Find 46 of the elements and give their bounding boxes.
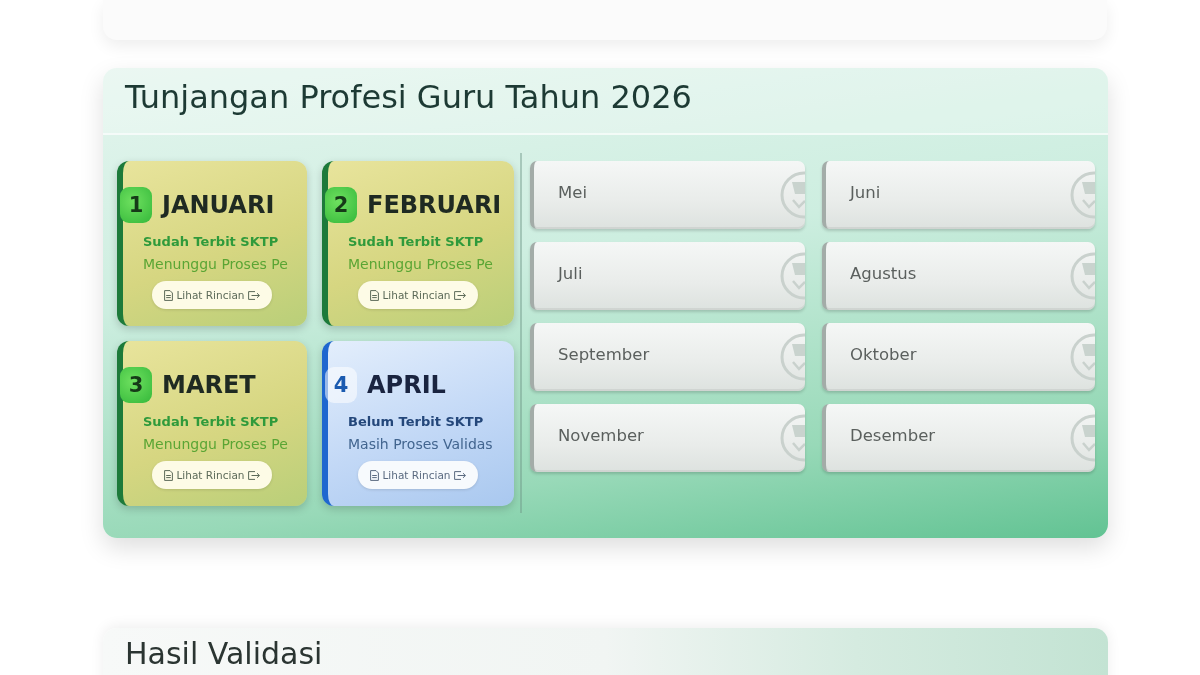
panel-title: Tunjangan Profesi Guru Tahun 2026: [125, 79, 692, 116]
document-icon: [369, 289, 379, 301]
month-label: Juli: [558, 264, 583, 283]
status-text: Belum Terbit SKTP: [348, 414, 485, 429]
circle-emblem-icon: [779, 332, 805, 382]
document-icon: [163, 289, 173, 301]
document-icon: [369, 469, 379, 481]
month-label: Juni: [850, 183, 881, 202]
status-text: Sudah Terbit SKTP: [143, 234, 280, 249]
arrow-out-icon: [454, 470, 467, 480]
number-badge: 4: [325, 367, 357, 403]
month-name: FEBRUARI: [367, 191, 502, 219]
section-title: Hasil Validasi: [125, 637, 323, 670]
number-badge: 2: [325, 187, 357, 223]
month-label: Agustus: [850, 264, 917, 283]
detail-button[interactable]: Lihat Rincian: [357, 461, 479, 489]
month-name: MARET: [162, 371, 256, 399]
number-badge: 3: [120, 367, 152, 403]
status-note: Masih Proses Validas: [348, 436, 494, 452]
status-note: Menunggu Proses Pe: [143, 256, 289, 272]
circle-emblem-icon: [1069, 251, 1095, 301]
number-badge: 1: [120, 187, 152, 223]
month-label: September: [558, 345, 650, 364]
arrow-out-icon: [454, 290, 467, 300]
month-label: Oktober: [850, 345, 917, 364]
month-name: JANUARI: [162, 191, 275, 219]
document-icon: [163, 469, 173, 481]
detail-button[interactable]: Lihat Rincian: [151, 281, 273, 309]
circle-emblem-icon: [1069, 332, 1095, 382]
status-text: Sudah Terbit SKTP: [143, 414, 280, 429]
month-label: Mei: [558, 183, 587, 202]
status-note: Menunggu Proses Pe: [348, 256, 494, 272]
circle-emblem-icon: [1069, 170, 1095, 220]
month-label: Desember: [850, 426, 936, 445]
circle-emblem-icon: [779, 413, 805, 463]
month-label: November: [558, 426, 644, 445]
status-text: Sudah Terbit SKTP: [348, 234, 485, 249]
arrow-out-icon: [248, 470, 261, 480]
month-name: APRIL: [367, 371, 446, 399]
detail-button[interactable]: Lihat Rincian: [357, 281, 479, 309]
circle-emblem-icon: [1069, 413, 1095, 463]
circle-emblem-icon: [779, 170, 805, 220]
detail-button[interactable]: Lihat Rincian: [151, 461, 273, 489]
arrow-out-icon: [248, 290, 261, 300]
circle-emblem-icon: [779, 251, 805, 301]
status-note: Menunggu Proses Pe: [143, 436, 289, 452]
